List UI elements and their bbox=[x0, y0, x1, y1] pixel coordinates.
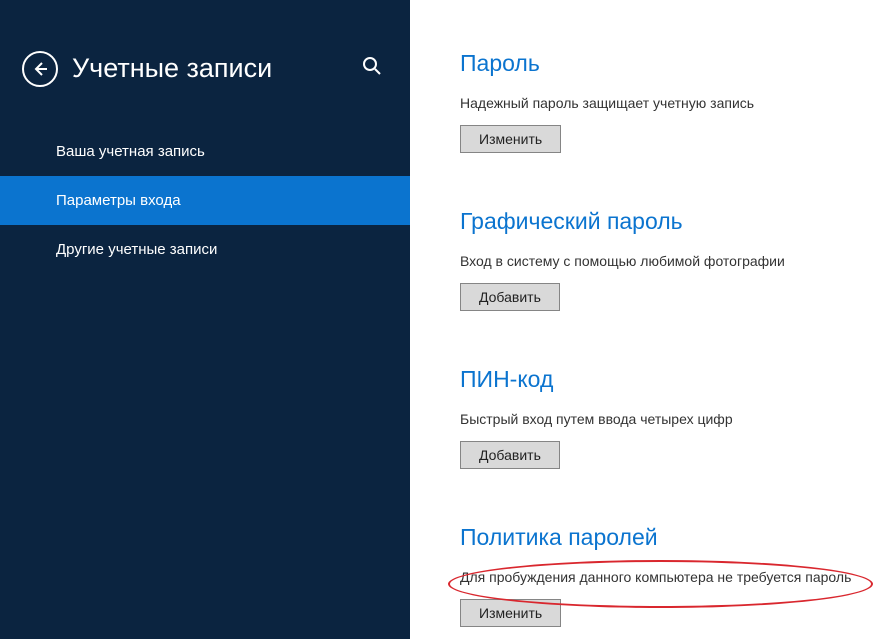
sidebar: Учетные записи Ваша учетная запись Парам… bbox=[0, 0, 410, 639]
section-desc: Вход в систему с помощью любимой фотогра… bbox=[460, 253, 861, 269]
section-title: ПИН-код bbox=[460, 366, 861, 393]
section-title: Политика паролей bbox=[460, 524, 861, 551]
section-password-policy: Политика паролей Для пробуждения данного… bbox=[460, 524, 861, 627]
section-desc: Для пробуждения данного компьютера не тр… bbox=[460, 569, 861, 585]
arrow-left-icon bbox=[31, 60, 49, 78]
sidebar-item-other-accounts[interactable]: Другие учетные записи bbox=[0, 225, 410, 274]
section-pin: ПИН-код Быстрый вход путем ввода четырех… bbox=[460, 366, 861, 469]
sidebar-item-sign-in-options[interactable]: Параметры входа bbox=[0, 176, 410, 225]
section-title: Пароль bbox=[460, 50, 861, 77]
pin-add-button[interactable]: Добавить bbox=[460, 441, 560, 469]
sidebar-header: Учетные записи bbox=[0, 50, 410, 117]
section-desc: Надежный пароль защищает учетную запись bbox=[460, 95, 861, 111]
sidebar-item-label: Другие учетные записи bbox=[56, 241, 217, 258]
search-icon bbox=[362, 56, 382, 76]
search-button[interactable] bbox=[356, 50, 388, 87]
section-title: Графический пароль bbox=[460, 208, 861, 235]
password-change-button[interactable]: Изменить bbox=[460, 125, 561, 153]
password-policy-change-button[interactable]: Изменить bbox=[460, 599, 561, 627]
section-desc: Быстрый вход путем ввода четырех цифр bbox=[460, 411, 861, 427]
picture-password-add-button[interactable]: Добавить bbox=[460, 283, 560, 311]
sidebar-item-label: Ваша учетная запись bbox=[56, 143, 205, 160]
sidebar-item-label: Параметры входа bbox=[56, 192, 181, 209]
back-button[interactable] bbox=[22, 51, 58, 87]
section-picture-password: Графический пароль Вход в систему с помо… bbox=[460, 208, 861, 311]
page-title: Учетные записи bbox=[72, 53, 356, 84]
content-pane: Пароль Надежный пароль защищает учетную … bbox=[410, 0, 881, 639]
sidebar-item-your-account[interactable]: Ваша учетная запись bbox=[0, 127, 410, 176]
section-password: Пароль Надежный пароль защищает учетную … bbox=[460, 50, 861, 153]
sidebar-nav: Ваша учетная запись Параметры входа Друг… bbox=[0, 127, 410, 274]
